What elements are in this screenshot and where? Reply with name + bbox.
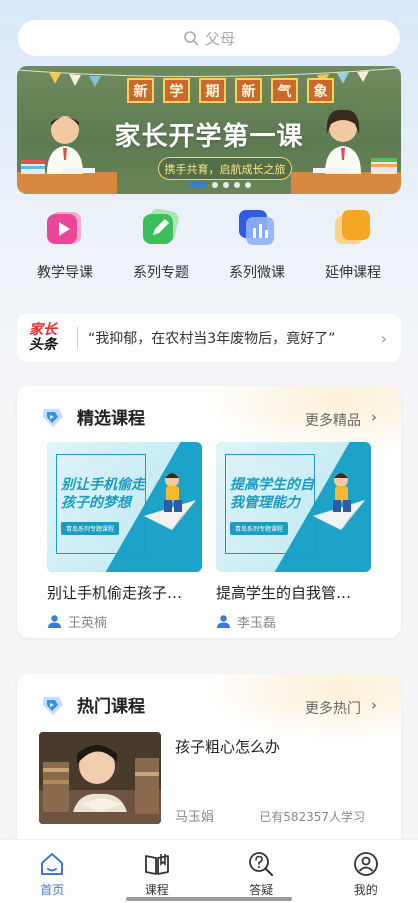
hot-course-teacher: 马玉娟 [175, 810, 215, 825]
thumbnail-tag: 青岛系列专题课程 [230, 522, 289, 535]
course-name[interactable]: 提高学生的自我管… [216, 582, 371, 603]
carousel-dot-active[interactable] [189, 182, 207, 188]
thumbnail-title: 提高学生的自 我管理能力 [230, 476, 314, 512]
course-teacher: 李玉磊 [216, 612, 276, 631]
chevron-right-icon: › [380, 328, 387, 348]
course-thumbnail[interactable]: 别让手机偷走 孩子的梦想 青岛系列专题课程 [47, 442, 202, 572]
thumbnail-tag: 青岛系列专题课程 [61, 522, 120, 535]
headline-logo-bottom: 头条 [29, 337, 57, 353]
search-icon [184, 31, 199, 46]
thumbnail-title-line: 我管理能力 [230, 495, 300, 511]
category-extended-course[interactable]: 延伸课程 [305, 208, 401, 282]
hot-courses-card: 热门课程 更多热门 › 孩子粗心怎么办 马玉娟 已有582357人学习 [17, 674, 401, 854]
featured-courses-card: 精选课程 更多精品 › 别让手机偷走 孩子的梦想 青岛系列专题课程 别让手机偷走… [17, 386, 401, 638]
banner-char: 新 [127, 78, 154, 103]
diamond-icon [43, 696, 63, 715]
card-header: 精选课程 [41, 404, 145, 429]
banner-char: 新 [235, 78, 262, 103]
chart-icon [239, 210, 274, 245]
course-name[interactable]: 别让手机偷走孩子… [47, 582, 202, 603]
more-featured-link[interactable]: 更多精品 [305, 410, 361, 430]
paper-plane-kid-illustration [144, 473, 196, 530]
home-indicator [126, 897, 292, 901]
category-label: 系列微课 [229, 265, 285, 281]
category-series-topic[interactable]: 系列专题 [113, 208, 209, 282]
promo-banner[interactable]: 新 学 期 新 气 象 家长开学第一课 携手共育，启航成长之旅 [17, 66, 401, 194]
more-hot-link[interactable]: 更多热门 [305, 698, 361, 718]
card-title: 热门课程 [77, 697, 145, 717]
category-label: 延伸课程 [325, 265, 381, 281]
user-icon [217, 615, 230, 628]
tab-label: 课程 [144, 883, 169, 897]
teacher-name: 李玉磊 [237, 616, 277, 631]
headline-logo: 家长 头条 [29, 323, 69, 353]
course-teacher: 王英楠 [47, 612, 107, 631]
diamond-icon [43, 408, 63, 427]
user-icon [48, 615, 61, 628]
teacher-name: 王英楠 [68, 616, 108, 631]
tab-label: 首页 [40, 883, 65, 897]
edit-icon [143, 208, 179, 244]
carousel-dot[interactable] [223, 182, 229, 188]
paper-plane-kid-illustration [313, 473, 365, 530]
category-grid: 教学导课 系列专题 系列微课 延伸课程 [17, 208, 401, 282]
bottom-tab-bar: 首页 课程 答疑 我的 [0, 839, 418, 903]
book-icon [144, 854, 169, 875]
banner-char: 期 [199, 78, 226, 103]
girl-student-illustration [291, 109, 401, 194]
carousel-dot[interactable] [212, 182, 218, 188]
card-title: 精选课程 [77, 409, 145, 429]
card-header: 热门课程 [41, 692, 145, 717]
category-label: 教学导课 [37, 265, 93, 281]
thumbnail-title-line: 别让手机偷走 [61, 477, 145, 493]
tab-label: 我的 [353, 883, 378, 897]
banner-char: 学 [163, 78, 190, 103]
thumbnail-title-line: 提高学生的自 [230, 477, 314, 493]
tab-home[interactable]: 首页 [0, 840, 105, 903]
headline-text[interactable]: “我抑郁，在农村当3年废物后，竟好了” [88, 328, 381, 348]
chevron-right-icon[interactable]: › [371, 696, 377, 714]
chevron-right-icon[interactable]: › [371, 408, 377, 426]
thumbnail-title: 别让手机偷走 孩子的梦想 [61, 476, 145, 512]
user-icon [353, 852, 378, 876]
tab-courses[interactable]: 课程 [105, 840, 210, 903]
carousel-indicator[interactable] [189, 182, 251, 188]
category-label: 系列专题 [133, 265, 189, 281]
boy-student-illustration [17, 116, 117, 194]
tab-label: 答疑 [249, 883, 274, 897]
learner-count: 已有582357人学习 [259, 810, 365, 824]
search-bar[interactable]: 父母 [18, 20, 400, 56]
parent-headline-news[interactable]: 家长 头条 “我抑郁，在农村当3年废物后，竟好了” › [17, 314, 401, 362]
search-placeholder: 父母 [204, 29, 235, 48]
play-icon [47, 212, 81, 244]
banner-subtitle: 携手共育，启航成长之旅 [158, 157, 292, 180]
divider [77, 327, 78, 349]
hot-course-thumbnail[interactable] [39, 732, 161, 824]
course-thumbnail[interactable]: 提高学生的自 我管理能力 青岛系列专题课程 [216, 442, 371, 572]
thumbnail-title-line: 孩子的梦想 [61, 495, 131, 511]
carousel-dot[interactable] [245, 182, 251, 188]
hot-course-name[interactable]: 孩子粗心怎么办 [175, 736, 280, 757]
home-icon [41, 853, 64, 875]
tab-mine[interactable]: 我的 [314, 840, 418, 903]
tab-qa[interactable]: 答疑 [209, 840, 314, 903]
carousel-dot[interactable] [234, 182, 240, 188]
category-series-microclass[interactable]: 系列微课 [209, 208, 305, 282]
note-icon [335, 210, 370, 244]
headline-logo-top: 家长 [29, 322, 57, 338]
child-reading-photo [39, 732, 161, 824]
category-teaching-guide[interactable]: 教学导课 [17, 208, 113, 282]
question-search-icon [249, 852, 274, 876]
